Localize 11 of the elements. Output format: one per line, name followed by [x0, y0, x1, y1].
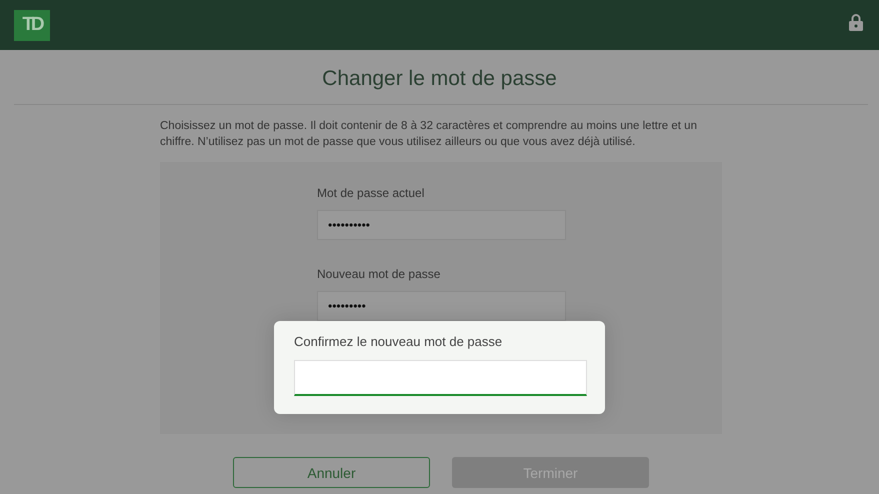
- field-label: Mot de passe actuel: [317, 186, 426, 202]
- logo[interactable]: TD: [14, 10, 50, 40]
- field-label: Nouveau mot de passe: [317, 267, 442, 283]
- page-title: Changer le mot de passe: [321, 66, 558, 92]
- cancel-button[interactable]: Annuler: [233, 457, 430, 488]
- instructions-text: Choisissez un mot de passe. Il doit contenir de 8 à 32 caractères et comprendre au moins une lettre et un chiffre. N’utilisez pas un mot de passe que vous utilisez ailleurs ou que vous avez déjà utilisé.: [160, 119, 698, 150]
- lock-icon: [849, 14, 863, 30]
- field-label: Confirmez le nouveau mot de passe: [294, 334, 504, 351]
- password-field[interactable]: ••••••••••: [317, 210, 566, 240]
- confirm-password-field[interactable]: [294, 360, 587, 396]
- password-field[interactable]: •••••••••: [317, 291, 566, 321]
